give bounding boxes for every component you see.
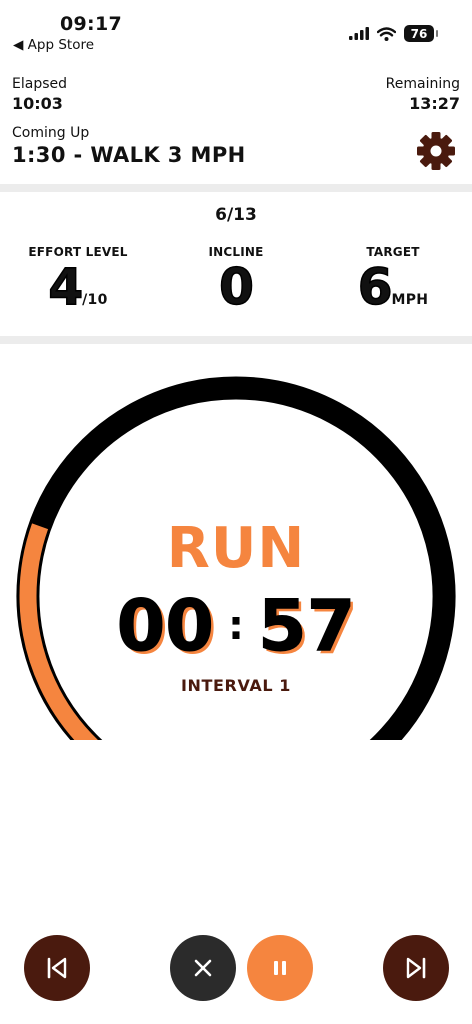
- skip-next-icon: [406, 957, 426, 979]
- incline-stat: INCLINE 0: [176, 245, 296, 316]
- effort-level-label: EFFORT LEVEL: [28, 245, 128, 259]
- status-indicators: 76: [349, 25, 438, 42]
- remaining-value: 13:27: [409, 94, 460, 113]
- target-label: TARGET: [366, 245, 420, 259]
- status-time: 09:17: [60, 13, 122, 35]
- elapsed-label: Elapsed: [12, 76, 67, 92]
- cellular-signal-icon: [349, 27, 369, 40]
- phase-label: RUN: [166, 516, 306, 581]
- battery-level: 76: [410, 26, 428, 41]
- gear-icon: [417, 132, 455, 170]
- pause-icon: [274, 961, 286, 975]
- elapsed-value: 10:03: [12, 94, 63, 113]
- back-to-app-store-link[interactable]: ◀ App Store: [13, 37, 94, 53]
- previous-interval-button[interactable]: [24, 935, 90, 1001]
- incline-value: 0: [218, 258, 254, 316]
- coming-up-value: 1:30 - WALK 3 MPH: [12, 143, 246, 167]
- wifi-icon: [377, 26, 396, 41]
- close-icon: [194, 959, 212, 977]
- incline-label: INCLINE: [208, 245, 264, 259]
- interval-progress: 6/13: [215, 205, 257, 225]
- stop-workout-button[interactable]: [170, 935, 236, 1001]
- timer-minutes: 00: [116, 585, 214, 668]
- battery-icon: 76: [404, 25, 438, 42]
- settings-button[interactable]: [415, 130, 457, 172]
- effort-level-stat: EFFORT LEVEL 4/10: [18, 245, 138, 328]
- effort-level-display: 4/10: [18, 258, 138, 328]
- effort-level-unit: /10: [82, 292, 108, 308]
- skip-previous-icon: [47, 957, 67, 979]
- target-unit: MPH: [391, 292, 429, 308]
- coming-up-label: Coming Up: [12, 125, 90, 141]
- target-display: 6MPH: [333, 258, 453, 328]
- timer-separator: :: [228, 603, 244, 649]
- target-value: 6: [357, 258, 393, 316]
- countdown-timer: 00 : 57: [0, 585, 472, 668]
- timer-seconds: 57: [257, 585, 356, 668]
- divider-middle: [0, 336, 472, 344]
- next-interval-button[interactable]: [383, 935, 449, 1001]
- target-stat: TARGET 6MPH: [333, 245, 453, 328]
- remaining-label: Remaining: [385, 76, 460, 92]
- pause-button[interactable]: [247, 935, 313, 1001]
- interval-label: INTERVAL 1: [180, 676, 292, 695]
- effort-level-value: 4: [48, 258, 84, 316]
- divider-top: [0, 184, 472, 192]
